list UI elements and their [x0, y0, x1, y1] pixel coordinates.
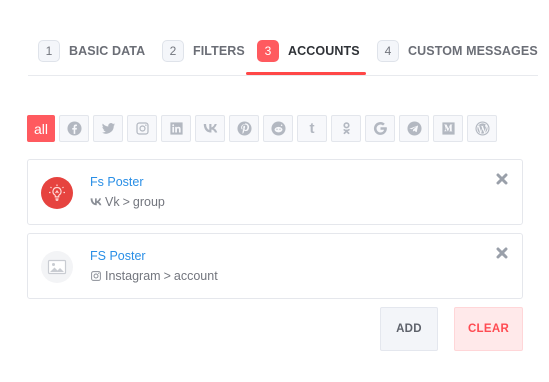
wordpress-icon	[474, 121, 490, 136]
filter-linkedin-button[interactable]	[161, 115, 191, 142]
add-button[interactable]: ADD	[380, 307, 438, 351]
filter-pinterest-button[interactable]	[229, 115, 259, 142]
filter-vk-button[interactable]	[195, 115, 225, 142]
filter-reddit-button[interactable]	[263, 115, 293, 142]
tab-label: ACCOUNTS	[288, 44, 360, 58]
facebook-icon	[66, 121, 82, 136]
tab-label: FILTERS	[193, 44, 245, 58]
tab-number: 3	[257, 40, 279, 62]
tab-filters[interactable]: 2 FILTERS	[162, 39, 245, 63]
account-type: account	[173, 269, 218, 283]
tumblr-icon: t	[309, 120, 315, 137]
clear-button[interactable]: CLEAR	[454, 307, 523, 351]
vk-icon	[203, 124, 217, 133]
account-type: group	[132, 195, 165, 209]
lightbulb-avatar	[41, 177, 73, 209]
filter-tumblr-button[interactable]: t	[297, 115, 327, 142]
filter-all-button[interactable]: all	[27, 115, 55, 142]
tab-label: BASIC DATA	[69, 44, 146, 58]
separator: >	[122, 195, 130, 209]
twitter-icon	[101, 123, 115, 134]
account-card: Fs Poster Vk > group	[27, 159, 523, 225]
network-name: Vk	[105, 195, 120, 209]
filter-instagram-button[interactable]	[127, 115, 157, 142]
account-card: FS Poster Instagram > account	[27, 233, 523, 299]
remove-account-button[interactable]	[496, 172, 510, 186]
tab-accounts[interactable]: 3 ACCOUNTS	[257, 39, 360, 63]
filter-twitter-button[interactable]	[93, 115, 123, 142]
filter-telegram-button[interactable]	[399, 115, 429, 142]
account-meta: Vk > group	[90, 195, 165, 209]
wizard-tabs: 1 BASIC DATA 2 FILTERS 3 ACCOUNTS 4 CUST…	[28, 36, 538, 76]
active-tab-indicator	[246, 72, 366, 75]
filter-wordpress-button[interactable]	[467, 115, 497, 142]
vk-icon	[90, 198, 102, 206]
pinterest-icon	[236, 121, 252, 136]
medium-icon	[441, 122, 455, 135]
odnoklassniki-icon	[342, 122, 350, 135]
separator: >	[163, 269, 171, 283]
instagram-icon	[91, 271, 101, 281]
network-filter-bar: all t	[27, 115, 497, 142]
linkedin-icon	[169, 122, 183, 135]
filter-medium-button[interactable]	[433, 115, 463, 142]
tab-number: 2	[162, 40, 184, 62]
placeholder-image-avatar	[41, 251, 73, 283]
tab-number: 4	[377, 40, 399, 62]
tab-number: 1	[38, 40, 60, 62]
account-name-link[interactable]: Fs Poster	[90, 175, 144, 189]
google-icon	[373, 121, 387, 135]
remove-account-button[interactable]	[496, 246, 510, 260]
close-icon	[496, 247, 508, 259]
account-meta: Instagram > account	[90, 269, 218, 283]
tab-basic-data[interactable]: 1 BASIC DATA	[38, 39, 145, 63]
filter-google-button[interactable]	[365, 115, 395, 142]
reddit-icon	[270, 121, 286, 136]
network-name: Instagram	[105, 269, 161, 283]
tab-custom-messages[interactable]: 4 CUSTOM MESSAGES	[377, 39, 538, 63]
account-name-link[interactable]: FS Poster	[90, 249, 146, 263]
telegram-icon	[406, 121, 422, 136]
filter-facebook-button[interactable]	[59, 115, 89, 142]
instagram-icon	[135, 122, 149, 135]
tab-label: CUSTOM MESSAGES	[408, 44, 538, 58]
filter-odnoklassniki-button[interactable]	[331, 115, 361, 142]
close-icon	[496, 173, 508, 185]
